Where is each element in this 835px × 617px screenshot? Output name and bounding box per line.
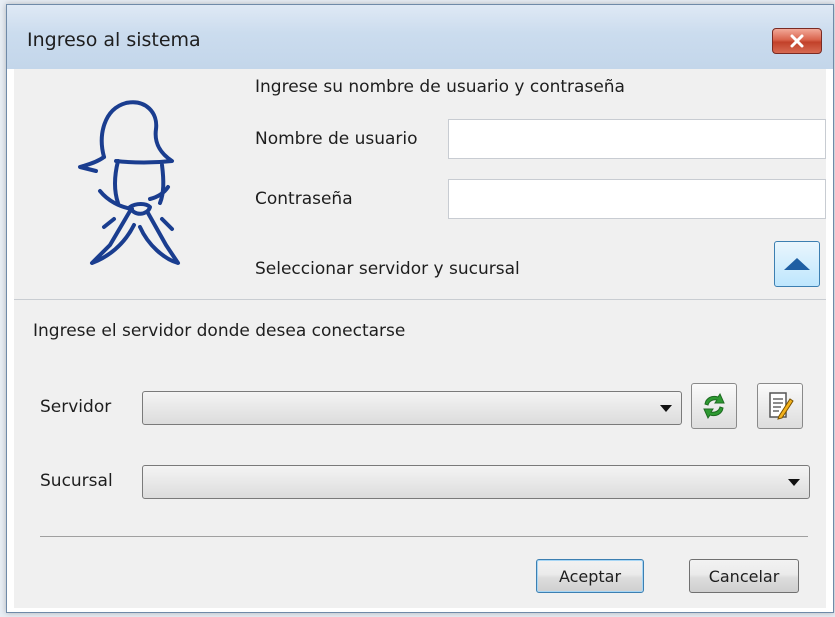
dropdown-arrow-icon <box>788 479 800 486</box>
refresh-servers-button[interactable] <box>691 383 737 429</box>
password-label: Contraseña <box>255 189 353 209</box>
login-dialog: Ingreso al sistema Ingrese su nombre de … <box>6 4 834 613</box>
section-divider <box>14 299 826 300</box>
edit-server-button[interactable] <box>757 383 803 429</box>
close-button[interactable] <box>772 28 822 54</box>
server-header: Ingrese el servidor donde desea conectar… <box>33 321 406 341</box>
refresh-icon <box>703 392 725 420</box>
login-header: Ingrese su nombre de usuario y contraseñ… <box>255 77 625 97</box>
footer-divider <box>40 536 808 537</box>
branch-label: Sucursal <box>40 471 113 491</box>
server-select[interactable] <box>142 391 682 425</box>
gaucho-hat-logo-icon <box>78 100 180 265</box>
server-label: Servidor <box>40 397 112 417</box>
username-label: Nombre de usuario <box>255 129 418 149</box>
branch-select[interactable] <box>142 465 810 499</box>
edit-document-icon <box>769 392 794 420</box>
title-bar[interactable]: Ingreso al sistema <box>7 5 833 69</box>
accept-button[interactable]: Aceptar <box>536 559 644 593</box>
chevron-up-icon <box>784 258 810 270</box>
select-server-label: Seleccionar servidor y sucursal <box>255 259 520 279</box>
password-input[interactable] <box>448 179 826 219</box>
dialog-body: Ingrese su nombre de usuario y contraseñ… <box>14 69 826 608</box>
close-x-icon <box>790 34 804 48</box>
window-title: Ingreso al sistema <box>27 29 201 51</box>
username-input[interactable] <box>448 119 826 159</box>
cancel-button[interactable]: Cancelar <box>689 559 799 593</box>
toggle-server-panel-button[interactable] <box>774 241 820 287</box>
dropdown-arrow-icon <box>660 405 672 412</box>
